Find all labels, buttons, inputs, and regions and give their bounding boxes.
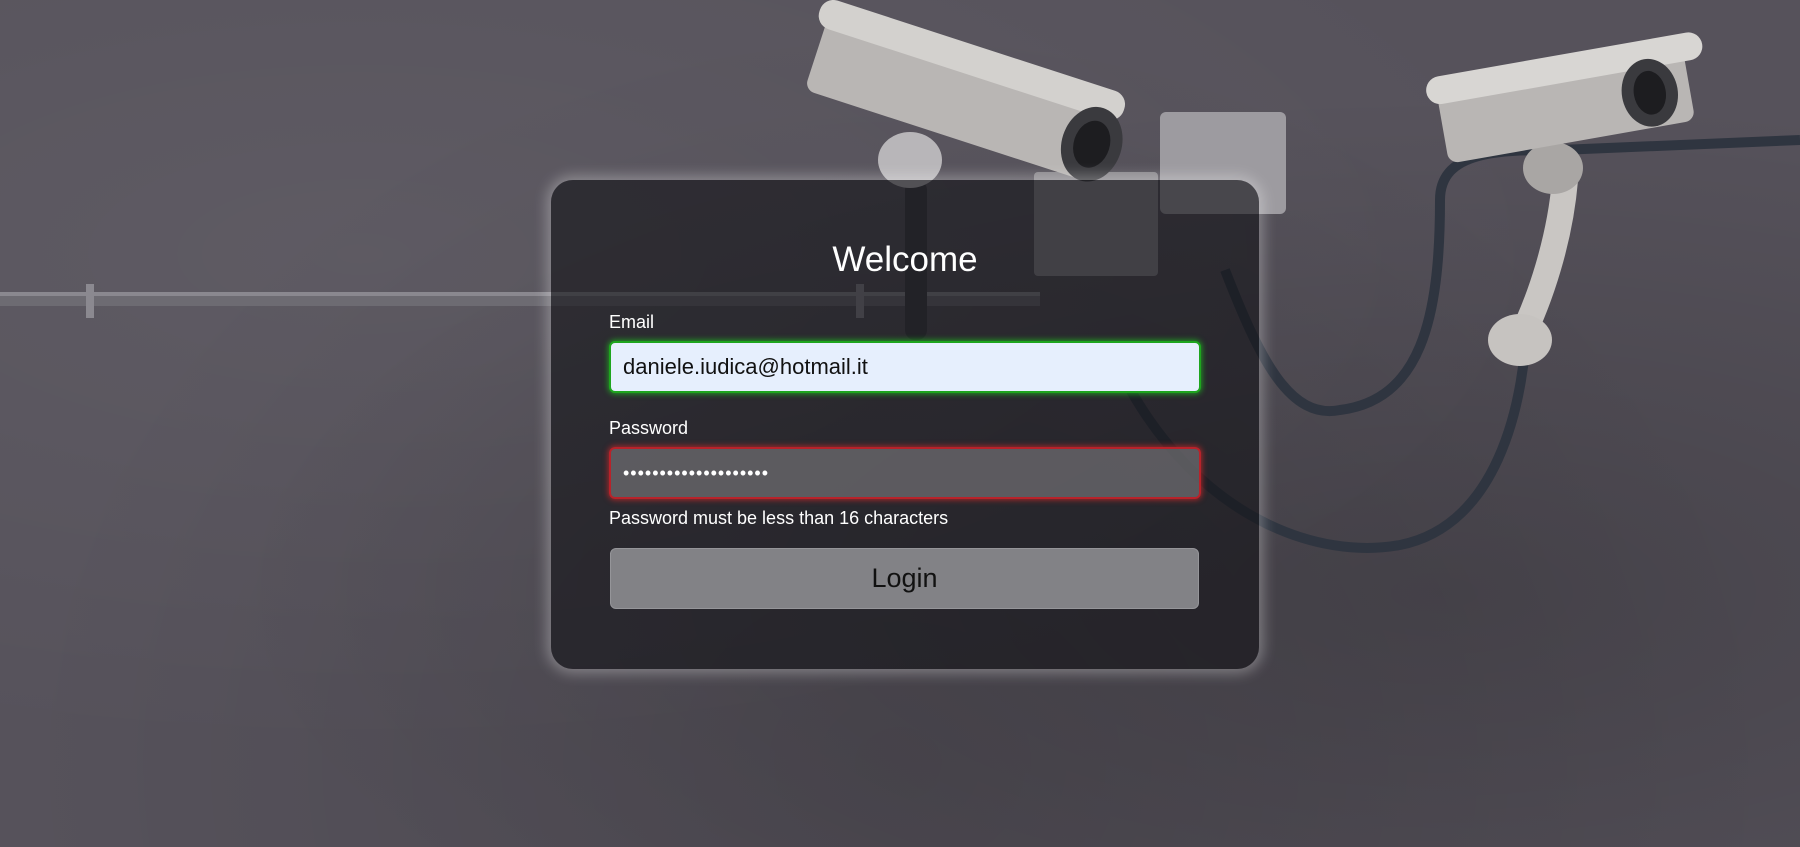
password-error-message: Password must be less than 16 characters xyxy=(609,508,949,528)
pipe-clamp xyxy=(86,284,94,318)
login-card: Welcome Email Password Password must be … xyxy=(551,180,1259,669)
email-field[interactable] xyxy=(609,341,1201,393)
welcome-title: Welcome xyxy=(832,240,978,279)
camera-bracket xyxy=(1523,142,1583,194)
left-security-camera xyxy=(807,0,1126,182)
camera-cable xyxy=(1220,135,1800,417)
password-field[interactable] xyxy=(609,447,1201,499)
camera-bracket xyxy=(1488,314,1552,366)
password-label: Password xyxy=(609,418,689,438)
email-label: Email xyxy=(609,312,655,332)
login-button[interactable]: Login xyxy=(610,548,1199,609)
